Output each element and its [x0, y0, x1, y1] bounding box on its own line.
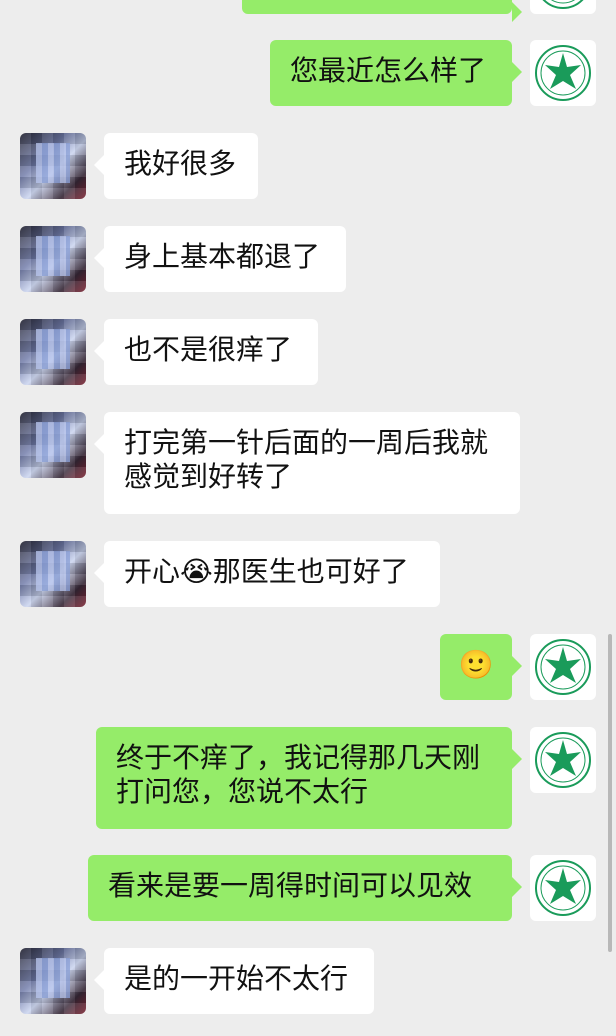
message-bubble-incoming[interactable]: 打完第一针后面的一周后我就 感觉到好转了 — [94, 412, 520, 514]
emoji-message: 🙂 — [458, 648, 494, 681]
message-bubble-outgoing[interactable] — [242, 0, 522, 22]
avatar-contact[interactable] — [20, 133, 86, 199]
message-text: 我好很多 — [124, 147, 237, 180]
avatar-self[interactable] — [530, 0, 596, 14]
avatar-self[interactable] — [530, 634, 596, 700]
avatar-contact[interactable] — [20, 948, 86, 1014]
avatar-self[interactable] — [530, 727, 596, 793]
green-star-emblem-icon — [535, 860, 591, 916]
message-bubble-outgoing[interactable]: 🙂 — [440, 634, 522, 700]
avatar-contact[interactable] — [20, 319, 86, 385]
message-bubble-outgoing[interactable]: 您最近怎么样了 — [270, 40, 522, 106]
message-bubble-incoming[interactable]: 身上基本都退了 — [94, 226, 346, 292]
message-text-line: 终于不痒了，我记得那几天刚 — [116, 741, 481, 774]
avatar-contact[interactable] — [20, 226, 86, 292]
message-text-line: 打问您，您说不太行 — [116, 775, 369, 808]
message-bubble-incoming[interactable]: 是的一开始不太行 — [94, 948, 374, 1014]
message-text: 也不是很痒了 — [124, 333, 293, 366]
message-text-line: 感觉到好转了 — [124, 460, 293, 493]
avatar-self[interactable] — [530, 40, 596, 106]
message-bubble-outgoing[interactable]: 终于不痒了，我记得那几天刚 打问您，您说不太行 — [96, 727, 522, 829]
green-star-emblem-icon — [535, 639, 591, 695]
message-text: 您最近怎么样了 — [290, 54, 487, 87]
message-bubble-incoming[interactable]: 开心😭那医生也可好了 — [94, 541, 440, 607]
message-text: 身上基本都退了 — [124, 240, 321, 273]
message-bubble-incoming[interactable]: 也不是很痒了 — [94, 319, 318, 385]
green-star-emblem-icon — [542, 0, 584, 9]
message-text: 看来是要一周得时间可以见效 — [108, 869, 473, 902]
avatar-self[interactable] — [530, 855, 596, 921]
green-star-emblem-icon — [535, 732, 591, 788]
green-star-emblem-icon — [535, 45, 591, 101]
message-text: 开心😭那医生也可好了 — [124, 555, 409, 588]
message-text-line: 打完第一针后面的一周后我就 — [124, 426, 489, 459]
chat-message-list[interactable]: 您最近怎么样了 我好很多 身上基本都退了 也不是很痒了 打完第一针后面的一周后我… — [0, 0, 616, 1036]
avatar-contact[interactable] — [20, 541, 86, 607]
message-text: 是的一开始不太行 — [124, 962, 349, 995]
message-bubble-outgoing[interactable]: 看来是要一周得时间可以见效 — [88, 855, 522, 921]
scrollbar[interactable] — [608, 634, 612, 952]
avatar-contact[interactable] — [20, 412, 86, 478]
message-bubble-incoming[interactable]: 我好很多 — [94, 133, 258, 199]
